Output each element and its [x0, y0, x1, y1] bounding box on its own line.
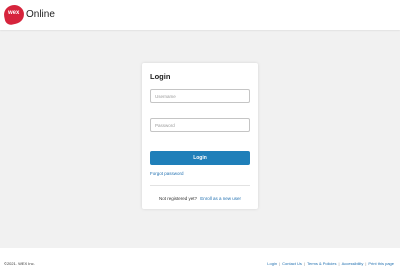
- footer-separator: |: [365, 261, 367, 266]
- username-input[interactable]: [150, 89, 250, 103]
- login-card: Login Login Forgot password Not register…: [142, 63, 258, 209]
- footer-separator: |: [338, 261, 340, 266]
- login-button[interactable]: Login: [150, 151, 250, 165]
- logo-title: Online: [26, 9, 55, 20]
- footer-link-login[interactable]: Login: [267, 261, 277, 266]
- login-title: Login: [150, 72, 171, 81]
- wex-logo-icon[interactable]: wex: [2, 3, 26, 26]
- forgot-password-link[interactable]: Forgot password: [150, 171, 184, 176]
- footer-link-terms-policies[interactable]: Terms & Policies: [307, 261, 337, 266]
- password-input[interactable]: [150, 118, 250, 132]
- logo-mark-text: wex: [8, 10, 20, 17]
- card-divider: [150, 185, 250, 186]
- top-header: wex Online: [0, 0, 400, 30]
- footer-separator: |: [303, 261, 305, 266]
- footer-link-accessibility[interactable]: Accessibility: [342, 261, 364, 266]
- footer-link-print-page[interactable]: Print this page: [368, 261, 394, 266]
- not-registered-text: Not registered yet?: [158, 196, 197, 201]
- footer-link-contact-us[interactable]: Contact Us: [282, 261, 302, 266]
- register-row: Not registered yet? Enroll as a new user: [142, 196, 258, 201]
- copyright-text: ©2021. WEX Inc.: [4, 261, 35, 266]
- footer-separator: |: [279, 261, 281, 266]
- footer-links: Login | Contact Us | Terms & Policies | …: [267, 261, 394, 266]
- page-footer: ©2021. WEX Inc. Login | Contact Us | Ter…: [0, 248, 400, 279]
- enroll-link[interactable]: Enroll as a new user: [200, 196, 241, 201]
